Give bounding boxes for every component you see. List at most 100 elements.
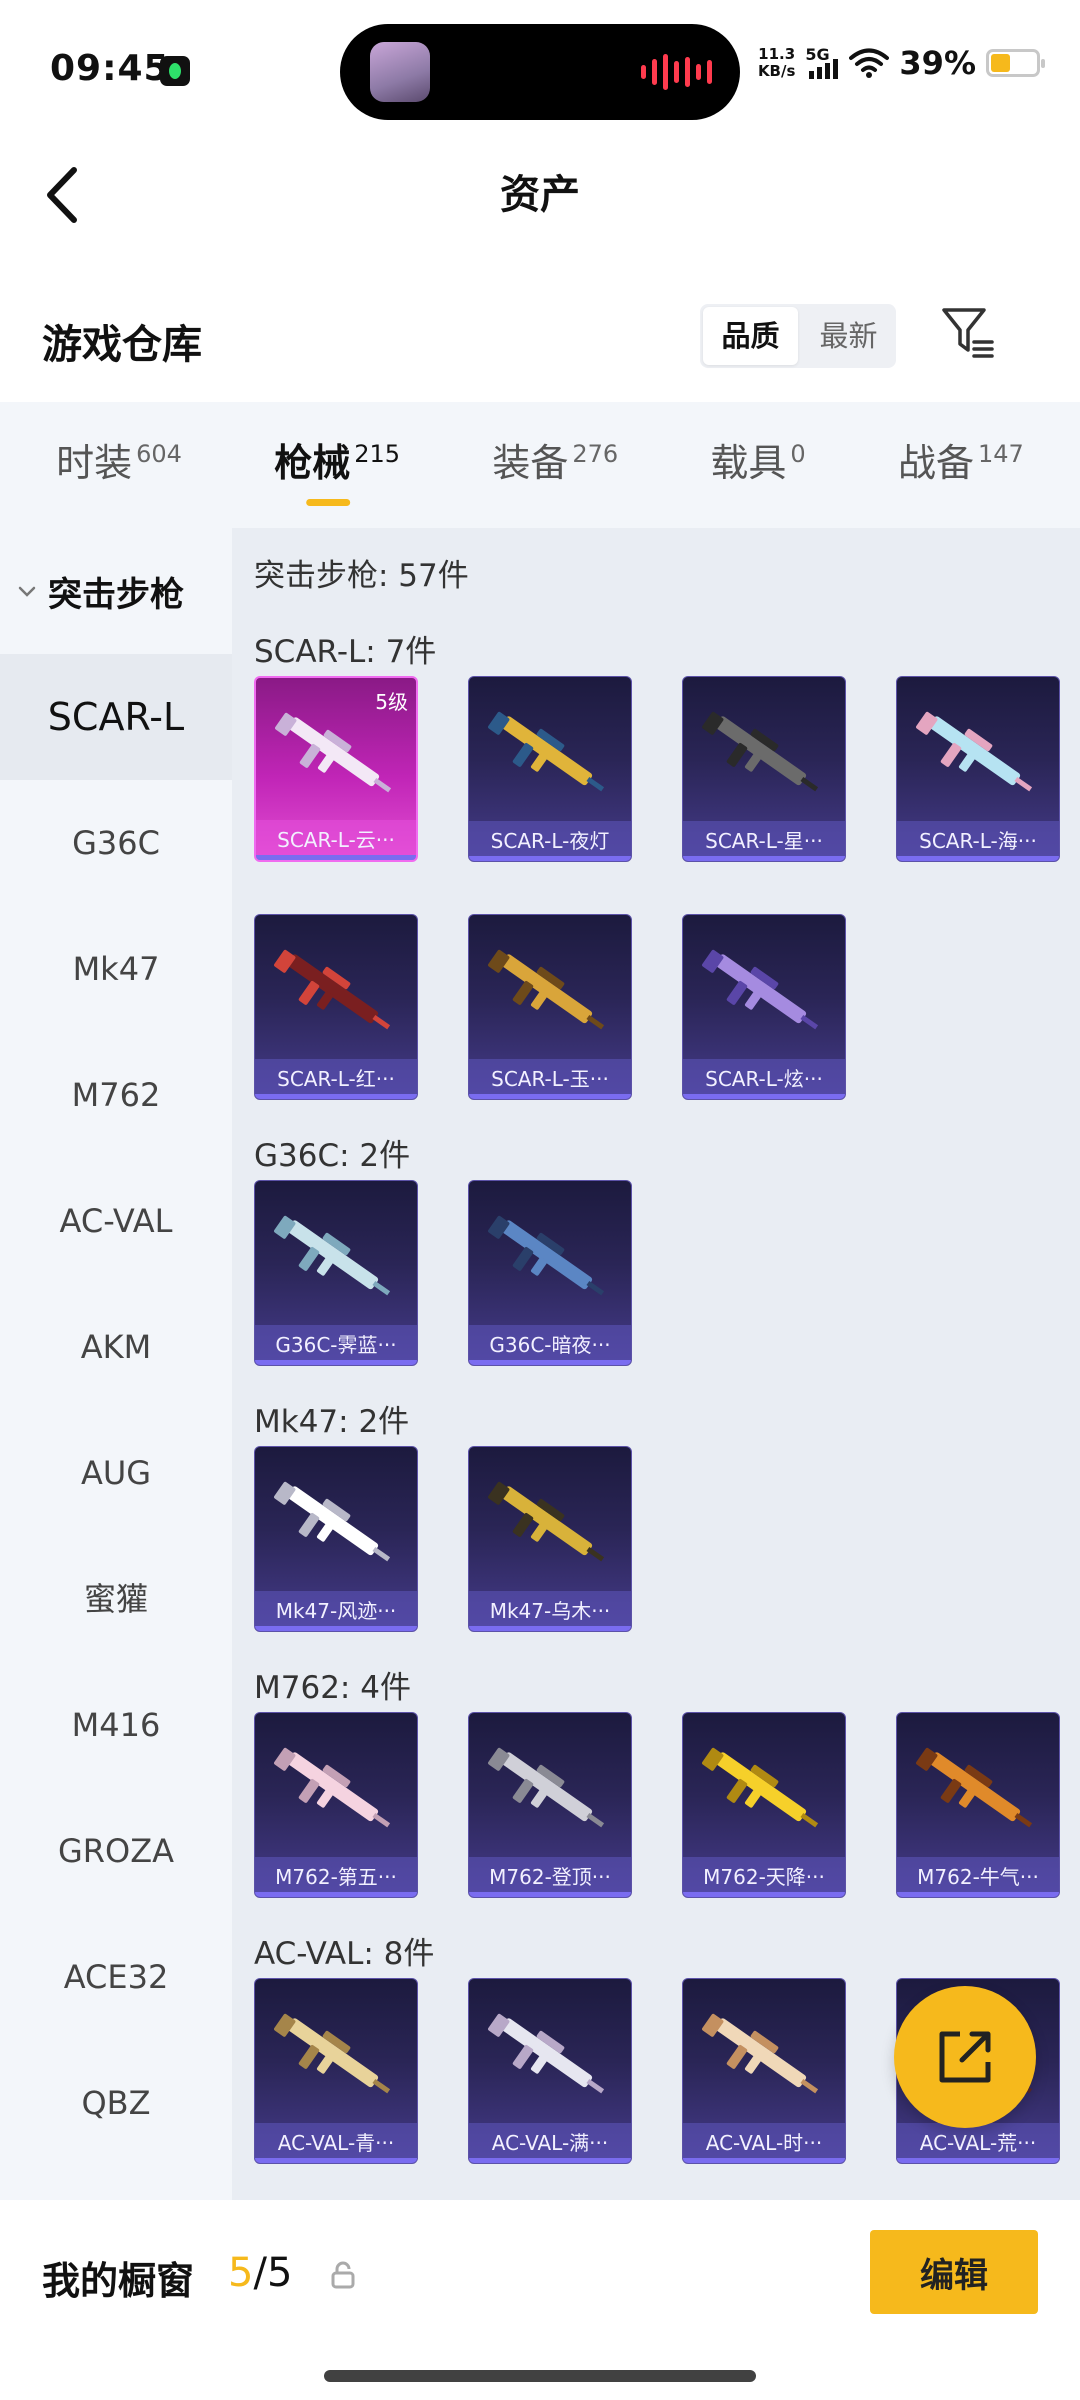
rifle-icon: [702, 949, 819, 1030]
media-thumbnail: [370, 42, 430, 102]
edit-button[interactable]: 编辑: [870, 2230, 1038, 2314]
weapon-skin-card[interactable]: G36C-霁蓝···: [254, 1180, 418, 1366]
tab-fashion[interactable]: 时装 604: [56, 402, 182, 528]
skin-name: SCAR-L-红···: [255, 1059, 417, 1099]
weapon-skin-card[interactable]: Mk47-风迹···: [254, 1446, 418, 1632]
tab-firearms[interactable]: 枪械 215: [274, 402, 400, 528]
skin-name: SCAR-L-云···: [256, 820, 416, 860]
group-title: SCAR-L: 7件: [254, 634, 437, 670]
battery-icon: [986, 49, 1045, 77]
sort-quality-button[interactable]: 品质: [703, 307, 798, 365]
rifle-icon: [488, 1481, 605, 1562]
rifle-icon: [274, 1215, 391, 1296]
weapon-skin-card[interactable]: SCAR-L-星···: [682, 676, 846, 862]
weapon-skin-card[interactable]: M762-登顶···: [468, 1712, 632, 1898]
sidenav-item-aug[interactable]: AUG: [0, 1410, 232, 1536]
rifle-icon: [274, 1747, 391, 1828]
bottom-bar: 我的橱窗 5/5 编辑: [0, 2200, 1080, 2400]
home-indicator[interactable]: [324, 2370, 756, 2382]
tab-equipment[interactable]: 装备 276: [492, 402, 618, 528]
status-time: 09:45: [50, 48, 170, 89]
weapon-skin-card[interactable]: SCAR-L-炫···: [682, 914, 846, 1100]
audio-wave-icon: [641, 54, 712, 90]
weapon-skin-card[interactable]: 5级 SCAR-L-云···: [254, 676, 418, 862]
skin-name: G36C-暗夜···: [469, 1325, 631, 1365]
skin-name: SCAR-L-星···: [683, 821, 845, 861]
skin-name: AC-VAL-时···: [683, 2123, 845, 2163]
weapon-skin-card[interactable]: SCAR-L-红···: [254, 914, 418, 1100]
chevron-down-icon: [18, 586, 36, 597]
group-title: Mk47: 2件: [254, 1404, 410, 1440]
rifle-icon: [274, 1481, 391, 1562]
skin-name: SCAR-L-海···: [897, 821, 1059, 861]
warehouse-header: 游戏仓库 品质 最新: [0, 290, 1080, 400]
cellular-signal-icon: 5G: [805, 45, 839, 81]
rifle-icon: [488, 2013, 605, 2094]
weapon-skin-card[interactable]: M762-第五···: [254, 1712, 418, 1898]
weapon-skin-card[interactable]: M762-天降···: [682, 1712, 846, 1898]
sidenav-item-m416[interactable]: M416: [0, 1662, 232, 1788]
rifle-icon: [274, 949, 391, 1030]
skin-name: SCAR-L-炫···: [683, 1059, 845, 1099]
skin-name: AC-VAL-荒···: [897, 2123, 1059, 2163]
showcase-label: 我的橱窗: [42, 2259, 195, 2303]
share-external-icon: [939, 2031, 991, 2083]
weapon-skin-card[interactable]: M762-牛气···: [896, 1712, 1060, 1898]
rifle-icon: [274, 2013, 391, 2094]
sidenav-item-g36c[interactable]: G36C: [0, 780, 232, 906]
weapon-skin-card[interactable]: AC-VAL-满···: [468, 1978, 632, 2164]
rifle-icon: [488, 711, 605, 792]
sidenav-item-akm[interactable]: AKM: [0, 1284, 232, 1410]
weapon-skin-card[interactable]: SCAR-L-玉···: [468, 914, 632, 1100]
skin-name: AC-VAL-青···: [255, 2123, 417, 2163]
sidenav-item-ace32[interactable]: ACE32: [0, 1914, 232, 2040]
group-title: AC-VAL: 8件: [254, 1936, 435, 1972]
sidenav-item-ac-val[interactable]: AC-VAL: [0, 1158, 232, 1284]
group-title: G36C: 2件: [254, 1138, 411, 1174]
sidenav-group-assault-rifles[interactable]: 突击步枪: [0, 528, 232, 654]
page-title: 资产: [500, 172, 580, 218]
battery-percent: 39%: [899, 44, 976, 82]
group-title: M762: 4件: [254, 1670, 411, 1706]
skin-name: SCAR-L-夜灯: [469, 821, 631, 861]
weapon-grid: 突击步枪: 57件 SCAR-L: 7件 5级 SCAR-L-云··· SCAR-L-…: [232, 528, 1080, 2200]
level-badge: 5级: [375, 690, 408, 714]
skin-name: M762-登顶···: [469, 1857, 631, 1897]
filter-icon[interactable]: [940, 304, 996, 360]
weapon-skin-card[interactable]: G36C-暗夜···: [468, 1180, 632, 1366]
category-summary: 突击步枪: 57件: [254, 558, 469, 594]
rifle-icon: [702, 1747, 819, 1828]
rifle-icon: [702, 2013, 819, 2094]
weapon-skin-card[interactable]: SCAR-L-海···: [896, 676, 1060, 862]
weapon-skin-card[interactable]: AC-VAL-时···: [682, 1978, 846, 2164]
skin-name: Mk47-风迹···: [255, 1591, 417, 1631]
sidenav-item-honey-badger[interactable]: 蜜獾: [0, 1536, 232, 1662]
skin-name: Mk47-乌木···: [469, 1591, 631, 1631]
share-button[interactable]: [894, 1986, 1036, 2128]
sidenav-item-qbz[interactable]: QBZ: [0, 2040, 232, 2166]
skin-name: AC-VAL-满···: [469, 2123, 631, 2163]
tab-supplies[interactable]: 战备 147: [898, 402, 1024, 528]
top-header: 资产: [0, 140, 1080, 250]
app-notification-icon: [160, 56, 190, 86]
sidenav-item-scar-l[interactable]: SCAR-L: [0, 654, 232, 780]
skin-name: M762-牛气···: [897, 1857, 1059, 1897]
tab-vehicles[interactable]: 载具 0: [710, 402, 805, 528]
sidenav-item-mk47[interactable]: Mk47: [0, 906, 232, 1032]
dynamic-island[interactable]: [340, 24, 740, 120]
weapon-sidenav: 突击步枪 SCAR-L G36C Mk47 M762 AC-VAL AKM AU…: [0, 528, 232, 2200]
weapon-skin-card[interactable]: AC-VAL-青···: [254, 1978, 418, 2164]
skin-name: M762-天降···: [683, 1857, 845, 1897]
skin-name: M762-第五···: [255, 1857, 417, 1897]
weapon-skin-card[interactable]: SCAR-L-夜灯: [468, 676, 632, 862]
status-bar: 09:45 11.3 KB/s 5G 39%: [0, 0, 1080, 140]
skin-name: SCAR-L-玉···: [469, 1059, 631, 1099]
skin-name: G36C-霁蓝···: [255, 1325, 417, 1365]
rifle-icon: [488, 949, 605, 1030]
sidenav-item-m762[interactable]: M762: [0, 1032, 232, 1158]
rifle-icon: [916, 1747, 1033, 1828]
rifle-icon: [702, 711, 819, 792]
sort-newest-button[interactable]: 最新: [801, 304, 896, 368]
weapon-skin-card[interactable]: Mk47-乌木···: [468, 1446, 632, 1632]
sidenav-item-groza[interactable]: GROZA: [0, 1788, 232, 1914]
